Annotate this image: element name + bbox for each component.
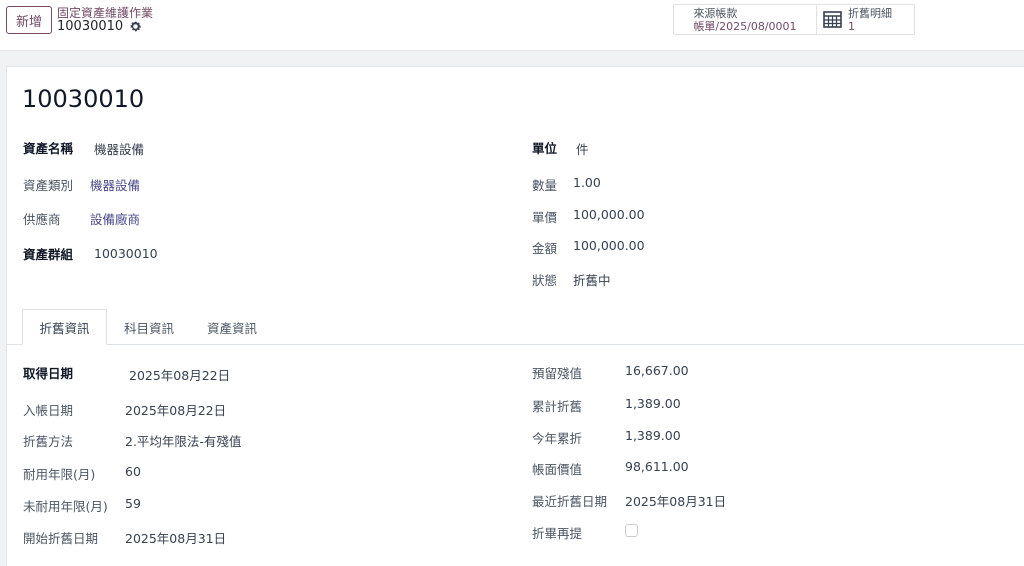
tab-depreciation-info[interactable]: 折舊資訊	[22, 309, 107, 345]
amount-label: 金額	[532, 241, 558, 256]
asset-group-field[interactable]: 10030010	[94, 246, 158, 261]
depreciation-detail-count: 1	[848, 19, 855, 33]
unit-price-label: 單價	[532, 210, 558, 225]
breadcrumb-current: 10030010	[57, 19, 142, 34]
book-value-field[interactable]: 98,611.00	[625, 459, 689, 474]
form-sheet: 10030010 資產名稱 機器設備 資產類別 機器設備 供應商 設備廠商 資產…	[6, 66, 1024, 566]
depreciation-detail-title: 折舊明細	[848, 6, 892, 20]
useful-life-field[interactable]: 60	[125, 464, 141, 479]
unit-field[interactable]: 件	[576, 139, 589, 158]
ytd-depreciation-label: 今年累折	[532, 431, 583, 446]
book-value-label: 帳面價值	[532, 462, 583, 477]
redepreciate-checkbox[interactable]	[625, 524, 638, 537]
asset-group-label: 資產群組	[23, 247, 74, 262]
acquisition-date-label: 取得日期	[23, 366, 74, 381]
source-invoice-title: 來源帳款	[693, 6, 738, 20]
vendor-label: 供應商	[23, 212, 61, 227]
gear-icon[interactable]	[129, 20, 142, 33]
amount-field[interactable]: 100,000.00	[573, 238, 645, 253]
unit-label: 單位	[532, 141, 558, 156]
notebook-tabs: 折舊資訊 科目資訊 資產資訊	[7, 309, 1024, 345]
vendor-field[interactable]: 設備廠商	[90, 209, 140, 228]
calendar-grid-icon	[823, 10, 842, 29]
redepreciate-label: 折畢再提	[532, 526, 583, 541]
last-depreciation-date-label: 最近折舊日期	[532, 494, 608, 509]
accumulated-depreciation-label: 累計折舊	[532, 399, 583, 414]
asset-category-field[interactable]: 機器設備	[90, 175, 140, 194]
source-invoice-button[interactable]: 來源帳款 帳單/2025/08/0001	[674, 5, 817, 34]
tab-account-info[interactable]: 科目資訊	[111, 309, 187, 345]
unit-price-field[interactable]: 100,000.00	[573, 207, 645, 222]
posting-date-label: 入帳日期	[23, 403, 74, 418]
accumulated-depreciation-field[interactable]: 1,389.00	[625, 396, 681, 411]
last-depreciation-date-field[interactable]: 2025年08月31日	[625, 491, 726, 510]
salvage-value-field[interactable]: 16,667.00	[625, 363, 689, 378]
depreciation-method-field[interactable]: 2.平均年限法-有殘值	[125, 431, 241, 450]
tab-asset-info[interactable]: 資產資訊	[193, 309, 271, 345]
status-label: 狀態	[532, 273, 558, 288]
asset-name-label: 資產名稱	[23, 141, 74, 156]
remaining-life-label: 未耐用年限(月)	[23, 499, 108, 514]
smart-buttons: 來源帳款 帳單/2025/08/0001 折舊明細 1	[673, 4, 915, 35]
salvage-value-label: 預留殘值	[532, 366, 583, 381]
new-button[interactable]: 新增	[6, 6, 52, 34]
depreciation-detail-button[interactable]: 折舊明細 1	[817, 5, 914, 34]
quantity-field[interactable]: 1.00	[573, 175, 601, 190]
posting-date-field[interactable]: 2025年08月22日	[125, 400, 226, 419]
breadcrumb-current-label: 10030010	[57, 19, 124, 34]
depreciation-method-label: 折舊方法	[23, 434, 74, 449]
asset-name-field[interactable]: 機器設備	[94, 139, 144, 158]
source-invoice-value: 帳單/2025/08/0001	[693, 19, 797, 33]
status-field: 折舊中	[573, 273, 611, 288]
quantity-label: 數量	[532, 178, 558, 193]
control-panel: 新增 固定資產維護作業 10030010 來源帳款 帳單/2025/08/000…	[0, 0, 1024, 51]
start-depreciation-date-field[interactable]: 2025年08月31日	[125, 528, 226, 547]
asset-category-label: 資產類別	[23, 178, 74, 193]
record-title[interactable]: 10030010	[22, 85, 144, 113]
useful-life-label: 耐用年限(月)	[23, 467, 96, 482]
acquisition-date-field[interactable]: 2025年08月22日	[129, 365, 230, 384]
start-depreciation-date-label: 開始折舊日期	[23, 531, 99, 546]
remaining-life-field[interactable]: 59	[125, 496, 141, 511]
ytd-depreciation-field[interactable]: 1,389.00	[625, 428, 681, 443]
